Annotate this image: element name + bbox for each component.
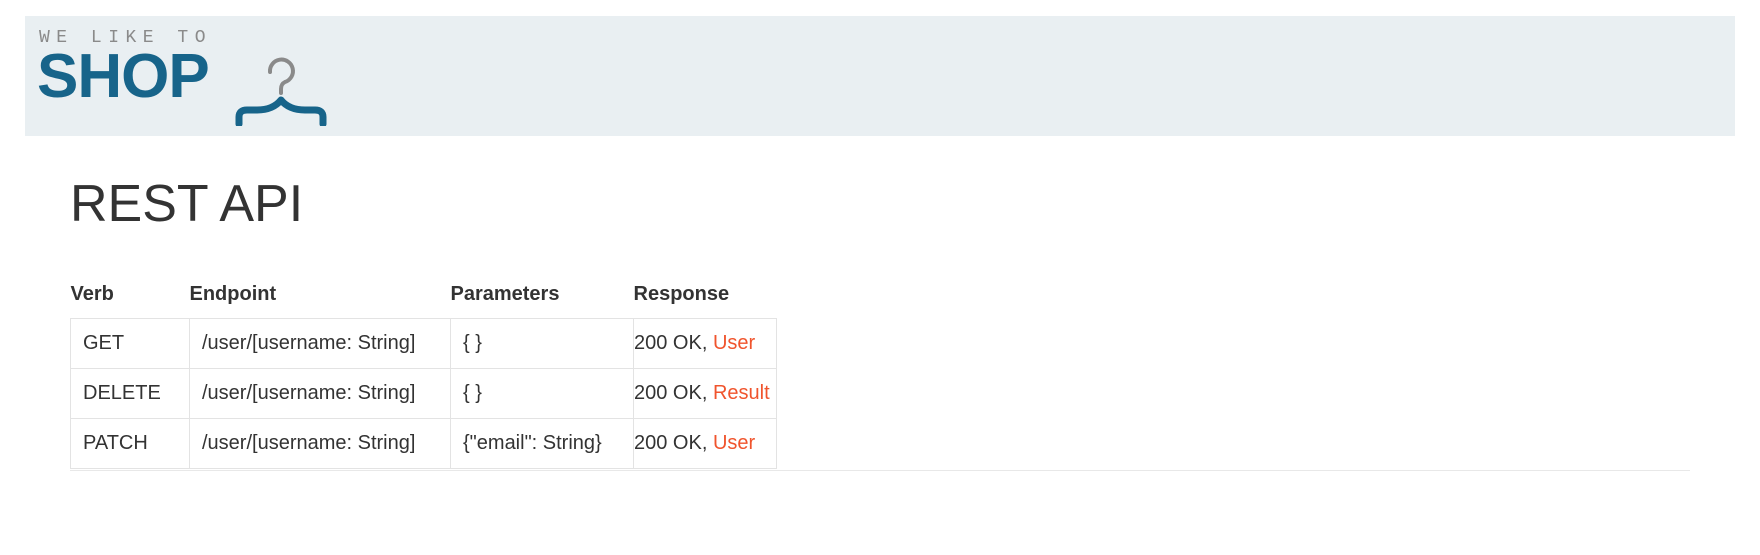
page-title: REST API [70, 175, 304, 233]
parameters-cell: { } [450, 368, 634, 419]
endpoint-cell: /user/[username: String] [189, 418, 451, 469]
verb-cell: PATCH [70, 418, 190, 469]
parameters-cell: {"email": String} [450, 418, 634, 469]
response-type-link[interactable]: User [713, 332, 755, 354]
endpoint-cell: /user/[username: String] [189, 368, 451, 419]
endpoint-cell: /user/[username: String] [189, 318, 451, 369]
response-type-link[interactable]: Result [713, 382, 770, 404]
response-cell: 200 OK, User [633, 418, 777, 469]
table-header-row: Verb Endpoint Parameters Response [71, 270, 777, 319]
table-row: GET /user/[username: String] { } 200 OK,… [70, 318, 777, 369]
column-header-response: Response [633, 282, 730, 305]
column-header-verb: Verb [70, 282, 114, 305]
table-row: DELETE /user/[username: String] { } 200 … [70, 368, 777, 419]
response-cell: 200 OK, Result [633, 368, 777, 419]
response-type-link[interactable]: User [713, 432, 755, 454]
verb-cell: GET [70, 318, 190, 369]
section-divider [70, 470, 1690, 471]
parameters-cell: { } [450, 318, 634, 369]
response-status: 200 OK, [634, 432, 713, 454]
column-header-parameters: Parameters [450, 282, 560, 305]
api-table: Verb Endpoint Parameters Response GET /u… [70, 270, 777, 469]
column-header-endpoint: Endpoint [189, 282, 277, 305]
verb-cell: DELETE [70, 368, 190, 419]
site-logo[interactable]: WE LIKE TO SHOP [37, 28, 339, 128]
table-row: PATCH /user/[username: String] {"email":… [70, 418, 777, 469]
hanger-icon [235, 57, 327, 126]
site-header: WE LIKE TO SHOP [25, 16, 1735, 136]
response-cell: 200 OK, User [633, 318, 777, 369]
response-status: 200 OK, [634, 382, 713, 404]
response-status: 200 OK, [634, 332, 713, 354]
logo-name: SHOP [37, 42, 210, 111]
